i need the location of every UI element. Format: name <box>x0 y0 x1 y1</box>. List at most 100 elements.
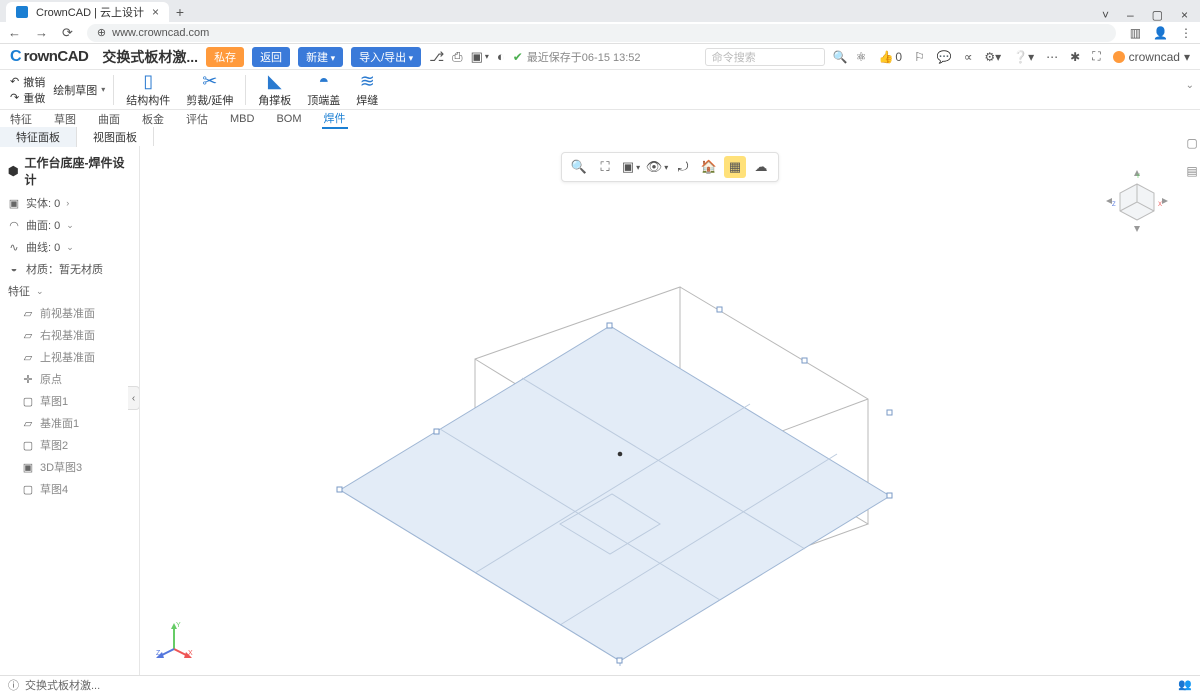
tree-entities[interactable]: ▣实体: 0› <box>6 192 133 214</box>
gusset-button[interactable]: ◣角撑板 <box>250 71 299 108</box>
tree-surfaces[interactable]: ◠曲面: 0⌄ <box>6 214 133 236</box>
feature-toolbar: ↶撤销 ↷重做 绘制草图 ▯结构构件 ✂剪裁/延伸 ◣角撑板 ◓顶端盖 ≋焊缝 … <box>0 70 1200 110</box>
tree-item[interactable]: ▢草图4 <box>20 478 133 500</box>
browser-tab-strip: CrownCAD | 云上设计 × + ˅ – ▢ × <box>0 0 1200 22</box>
axis-triad: Y X Z <box>154 621 194 661</box>
tab-bom[interactable]: BOM <box>274 112 303 126</box>
undo-icon: ↶ <box>10 75 19 88</box>
plane-icon: ▱ <box>22 351 34 364</box>
tab-view-panel[interactable]: 视图面板 <box>77 127 154 147</box>
struct-icon: ▯ <box>143 71 153 92</box>
tab-weldments[interactable]: 焊件 <box>322 109 348 129</box>
model-canvas <box>140 146 1200 675</box>
profile-icon[interactable]: 👤 <box>1153 26 1168 40</box>
logo-mark: C <box>10 48 22 66</box>
maximize-icon[interactable]: ▢ <box>1152 8 1163 22</box>
tree-item[interactable]: ▱右视基准面 <box>20 324 133 346</box>
share-icon[interactable]: ∝ <box>964 50 973 64</box>
branch-icon[interactable]: ⎇ <box>429 49 444 65</box>
globe-icon: ⊕ <box>97 26 106 39</box>
browser-tab[interactable]: CrownCAD | 云上设计 × <box>6 2 169 22</box>
main-area: ⬢工作台底座-焊件设计 ▣实体: 0› ◠曲面: 0⌄ ∿曲线: 0⌄ ◒材质：… <box>0 146 1200 675</box>
structural-member-button[interactable]: ▯结构构件 <box>118 71 178 108</box>
panel-tabs: 特征面板 视图面板 <box>0 128 1200 146</box>
view-gizmo[interactable]: Y X Z <box>1102 166 1172 236</box>
layers-icon[interactable]: ▤ <box>1186 164 1197 178</box>
sketch-icon: ▢ <box>22 395 34 408</box>
weld-bead-button[interactable]: ≋焊缝 <box>348 71 386 108</box>
tree-item[interactable]: ▱基准面1 <box>20 412 133 434</box>
tab-mbd[interactable]: MBD <box>228 112 256 126</box>
help-icon[interactable]: ❔▾ <box>1013 50 1034 64</box>
forward-icon[interactable]: → <box>35 25 48 40</box>
weld-icon: ≋ <box>360 71 375 92</box>
svg-text:X: X <box>188 650 193 657</box>
app-logo[interactable]: C rownCAD <box>10 48 88 66</box>
tree-title[interactable]: ⬢工作台底座-焊件设计 <box>6 150 133 192</box>
dots-icon[interactable]: ⋯ <box>1046 50 1058 64</box>
close-window-icon[interactable]: × <box>1181 8 1188 22</box>
tab-evaluate[interactable]: 评估 <box>184 110 210 128</box>
user-menu[interactable]: crowncad ▾ <box>1113 50 1190 64</box>
save-mode-pill[interactable]: 私存 <box>206 47 244 67</box>
tab-features[interactable]: 特征 <box>8 110 34 128</box>
tag-icon[interactable]: ⚐ <box>914 50 925 64</box>
end-cap-button[interactable]: ◓顶端盖 <box>299 71 348 108</box>
close-icon[interactable]: × <box>152 5 159 19</box>
svg-text:Y: Y <box>1136 174 1140 180</box>
trim-extend-button[interactable]: ✂剪裁/延伸 <box>178 71 241 108</box>
search-icon[interactable]: 🔍 <box>833 50 848 64</box>
check-icon: ✔ <box>513 50 523 64</box>
viewport[interactable]: 🔍 ⛶ ▣ 👁 ⤾ 🏠 ▦ ☁ <box>140 146 1200 675</box>
tree-features-folder[interactable]: 特征⌄ <box>6 280 133 302</box>
sketch-dropdown[interactable]: 绘制草图 <box>53 82 105 98</box>
chevron-down-icon[interactable]: ˅ <box>1102 8 1109 22</box>
extension-icon[interactable]: ▥ <box>1130 26 1141 40</box>
print-icon[interactable]: ⎙ <box>452 49 462 65</box>
curve-icon: ∿ <box>8 241 20 254</box>
status-doc-name: 交换式板材激... <box>25 677 100 693</box>
expand-toolbar-icon[interactable]: ⌄ <box>1186 80 1194 91</box>
menu-icon[interactable]: ⋮ <box>1180 26 1192 40</box>
share-tree-icon[interactable]: ⚛ <box>856 50 867 64</box>
tree-curves[interactable]: ∿曲线: 0⌄ <box>6 236 133 258</box>
new-button[interactable]: 新建 <box>298 47 343 67</box>
separator <box>245 75 246 105</box>
tree-item[interactable]: ▱上视基准面 <box>20 346 133 368</box>
minimize-icon[interactable]: – <box>1127 8 1134 22</box>
tree-item[interactable]: ✛原点 <box>20 368 133 390</box>
panel-icon[interactable]: ▢ <box>1186 136 1197 150</box>
collapse-tree-button[interactable]: ‹ <box>128 386 140 410</box>
tree-item[interactable]: ▢草图2 <box>20 434 133 456</box>
redo-button[interactable]: ↷重做 <box>10 90 45 106</box>
compare-icon[interactable]: ◐ <box>497 49 505 64</box>
undo-button[interactable]: ↶撤销 <box>10 74 45 90</box>
tree-item[interactable]: ▱前视基准面 <box>20 302 133 324</box>
collab-icon[interactable]: 👥 <box>1178 679 1192 691</box>
chevron-down-icon: ⌄ <box>66 242 74 253</box>
thumbs-up-button[interactable]: 👍0 <box>878 50 902 64</box>
chevron-down-icon: ⌄ <box>66 220 74 231</box>
back-icon[interactable]: ← <box>8 25 21 40</box>
info-icon: ⓘ <box>8 677 19 693</box>
plane-icon: ▱ <box>22 417 34 430</box>
url-field[interactable]: ⊕ www.crowncad.com <box>87 24 1116 42</box>
command-search-input[interactable]: 命令搜索 <box>705 48 825 66</box>
fullscreen-icon[interactable]: ⛶ <box>1092 49 1100 64</box>
tab-sheetmetal[interactable]: 板金 <box>140 110 166 128</box>
layer-icon[interactable]: ▣▾ <box>471 49 489 65</box>
tab-surface[interactable]: 曲面 <box>96 110 122 128</box>
tree-material[interactable]: ◒材质：暂无材质 <box>6 258 133 280</box>
new-tab-button[interactable]: + <box>169 2 191 22</box>
tools-icon[interactable]: ✱ <box>1070 50 1080 64</box>
import-export-button[interactable]: 导入/导出 <box>351 47 421 67</box>
reload-icon[interactable]: ⟳ <box>62 25 73 41</box>
gear-icon[interactable]: ⚙▾ <box>984 50 1001 64</box>
tab-feature-panel[interactable]: 特征面板 <box>0 127 77 147</box>
tree-item[interactable]: ▣3D草图3 <box>20 456 133 478</box>
tree-item[interactable]: ▢草图1 <box>20 390 133 412</box>
chat-icon[interactable]: 💬 <box>937 50 952 64</box>
return-button[interactable]: 返回 <box>252 47 290 67</box>
body-icon: ▣ <box>8 197 20 210</box>
tab-sketch[interactable]: 草图 <box>52 110 78 128</box>
